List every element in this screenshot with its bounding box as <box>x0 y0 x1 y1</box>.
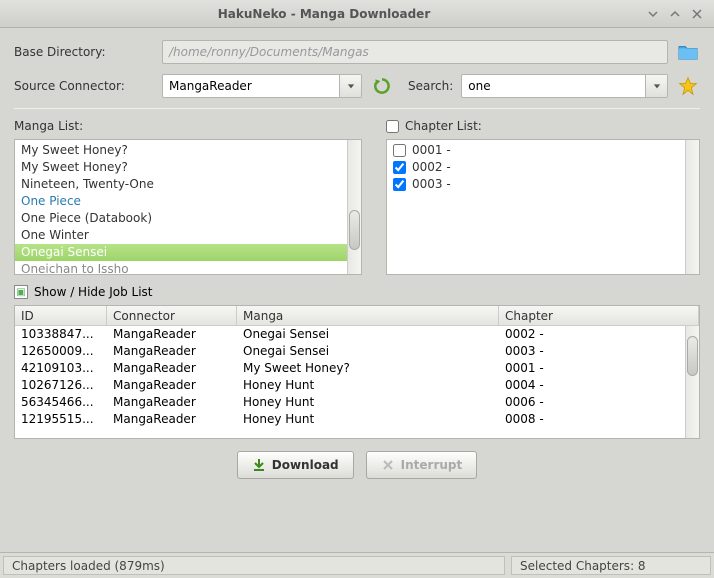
col-id[interactable]: ID <box>15 306 107 325</box>
download-icon <box>252 458 266 472</box>
titlebar: HakuNeko - Manga Downloader <box>0 0 714 28</box>
manga-item[interactable]: One Piece (Databook) <box>15 210 347 227</box>
manga-item[interactable]: Onegai Sensei <box>15 244 347 261</box>
close-button[interactable] <box>688 5 706 23</box>
manga-item[interactable]: One Piece <box>15 193 347 210</box>
chapter-checkbox[interactable] <box>393 144 406 157</box>
toggle-icon: ▣ <box>14 285 28 299</box>
job-row[interactable]: 42109103...MangaReaderMy Sweet Honey?000… <box>15 360 685 377</box>
col-connector[interactable]: Connector <box>107 306 237 325</box>
job-row[interactable]: 10267126...MangaReaderHoney Hunt0004 - <box>15 377 685 394</box>
chapter-scrollbar[interactable] <box>685 140 699 274</box>
manga-item[interactable]: One Winter <box>15 227 347 244</box>
statusbar: Chapters loaded (879ms) Selected Chapter… <box>0 552 714 578</box>
search-input[interactable] <box>462 75 645 97</box>
job-list-toggle[interactable]: ▣ Show / Hide Job List <box>14 285 700 299</box>
download-button[interactable]: Download <box>237 451 354 479</box>
chapter-listbox[interactable]: 0001 -0002 -0003 - <box>386 139 700 275</box>
refresh-button[interactable] <box>370 74 394 98</box>
manga-listbox[interactable]: My Sweet Honey?My Sweet Honey?Nineteen, … <box>14 139 362 275</box>
status-right: Selected Chapters: 8 <box>511 556 711 575</box>
job-row[interactable]: 10338847...MangaReaderOnegai Sensei0002 … <box>15 326 685 343</box>
cancel-icon <box>381 458 395 472</box>
interrupt-button: Interrupt <box>366 451 478 479</box>
source-dropdown-button[interactable] <box>339 75 361 97</box>
chapter-item[interactable]: 0001 - <box>387 142 685 159</box>
status-left: Chapters loaded (879ms) <box>3 556 505 575</box>
job-row[interactable]: 56345466...MangaReaderHoney Hunt0006 - <box>15 394 685 411</box>
chapter-checkbox[interactable] <box>393 161 406 174</box>
chapter-checkbox[interactable] <box>393 178 406 191</box>
manga-scrollbar[interactable] <box>347 140 361 274</box>
job-row[interactable]: 12195515...MangaReaderHoney Hunt0008 - <box>15 411 685 428</box>
manga-item[interactable]: My Sweet Honey? <box>15 142 347 159</box>
job-table-header: ID Connector Manga Chapter <box>15 306 699 326</box>
source-combo[interactable] <box>162 74 362 98</box>
job-table: ID Connector Manga Chapter 10338847...Ma… <box>14 305 700 439</box>
job-scrollbar[interactable] <box>685 326 699 438</box>
bookmark-button[interactable] <box>676 74 700 98</box>
col-chapter[interactable]: Chapter <box>499 306 699 325</box>
minimize-button[interactable] <box>644 5 662 23</box>
chapter-list-label: Chapter List: <box>405 119 482 133</box>
source-label: Source Connector: <box>14 79 154 93</box>
col-manga[interactable]: Manga <box>237 306 499 325</box>
manga-item[interactable]: My Sweet Honey? <box>15 159 347 176</box>
manga-list-label: Manga List: <box>14 119 83 133</box>
manga-item[interactable]: Oneichan to Issho <box>15 261 347 274</box>
search-label: Search: <box>408 79 453 93</box>
search-combo[interactable] <box>461 74 668 98</box>
source-input[interactable] <box>163 75 339 97</box>
separator <box>14 108 700 109</box>
chapter-item[interactable]: 0003 - <box>387 176 685 193</box>
chapter-select-all-checkbox[interactable] <box>386 120 399 133</box>
window-title: HakuNeko - Manga Downloader <box>8 7 640 21</box>
browse-folder-button[interactable] <box>676 40 700 64</box>
base-dir-field: /home/ronny/Documents/Mangas <box>162 40 668 64</box>
maximize-button[interactable] <box>666 5 684 23</box>
search-dropdown-button[interactable] <box>645 75 667 97</box>
manga-item[interactable]: Nineteen, Twenty-One <box>15 176 347 193</box>
base-dir-label: Base Directory: <box>14 45 154 59</box>
chapter-item[interactable]: 0002 - <box>387 159 685 176</box>
job-row[interactable]: 12650009...MangaReaderOnegai Sensei0003 … <box>15 343 685 360</box>
